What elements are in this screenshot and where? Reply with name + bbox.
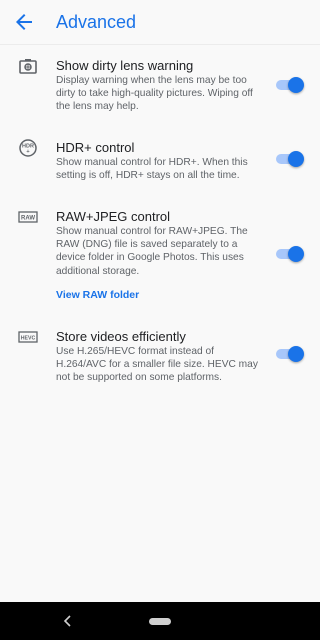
raw-icon: RAW xyxy=(18,211,38,223)
hdr-plus-icon: HDR + xyxy=(19,139,37,157)
raw-jpeg-toggle[interactable] xyxy=(276,246,304,262)
setting-title: RAW+JPEG control xyxy=(56,209,171,224)
system-nav-bar xyxy=(0,602,320,640)
lens-icon xyxy=(19,59,37,74)
app-bar: Advanced xyxy=(0,0,320,45)
view-raw-folder-link[interactable]: View RAW folder xyxy=(56,288,139,302)
setting-dirty-lens-warning[interactable]: Show dirty lens warning Display warning … xyxy=(0,50,320,116)
nav-back-icon[interactable] xyxy=(62,615,74,627)
setting-description: Show manual control for RAW+JPEG. The RA… xyxy=(56,226,248,277)
dirty-lens-toggle[interactable] xyxy=(276,77,304,93)
page-title: Advanced xyxy=(56,12,137,32)
svg-text:+: + xyxy=(26,149,29,155)
setting-description: Use H.265/HEVC format instead of H.264/A… xyxy=(56,346,258,384)
svg-text:RAW: RAW xyxy=(21,216,35,222)
setting-raw-jpeg-control[interactable]: RAW RAW+JPEG control Show manual control… xyxy=(0,202,320,310)
svg-text:HEVC: HEVC xyxy=(21,335,36,341)
toggle-thumb xyxy=(288,346,304,362)
toggle-thumb xyxy=(288,151,304,167)
hdr-plus-toggle[interactable] xyxy=(276,151,304,167)
nav-home-pill-icon[interactable] xyxy=(149,618,171,625)
setting-store-videos-efficiently[interactable]: HEVC Store videos efficiently Use H.265/… xyxy=(0,322,320,384)
setting-title: Show dirty lens warning xyxy=(56,58,194,73)
setting-hdr-plus-control[interactable]: HDR + HDR+ control Show manual control f… xyxy=(0,133,320,187)
toggle-thumb xyxy=(288,246,304,262)
hevc-icon: HEVC xyxy=(18,331,38,343)
setting-description: Show manual control for HDR+. When this … xyxy=(56,157,248,182)
setting-description: Display warning when the lens may be too… xyxy=(56,75,253,113)
toggle-thumb xyxy=(288,77,304,93)
store-videos-efficiently-toggle[interactable] xyxy=(276,346,304,362)
arrow-back-icon[interactable] xyxy=(12,10,36,34)
setting-title: HDR+ control xyxy=(56,140,135,155)
setting-title: Store videos efficiently xyxy=(56,329,186,344)
